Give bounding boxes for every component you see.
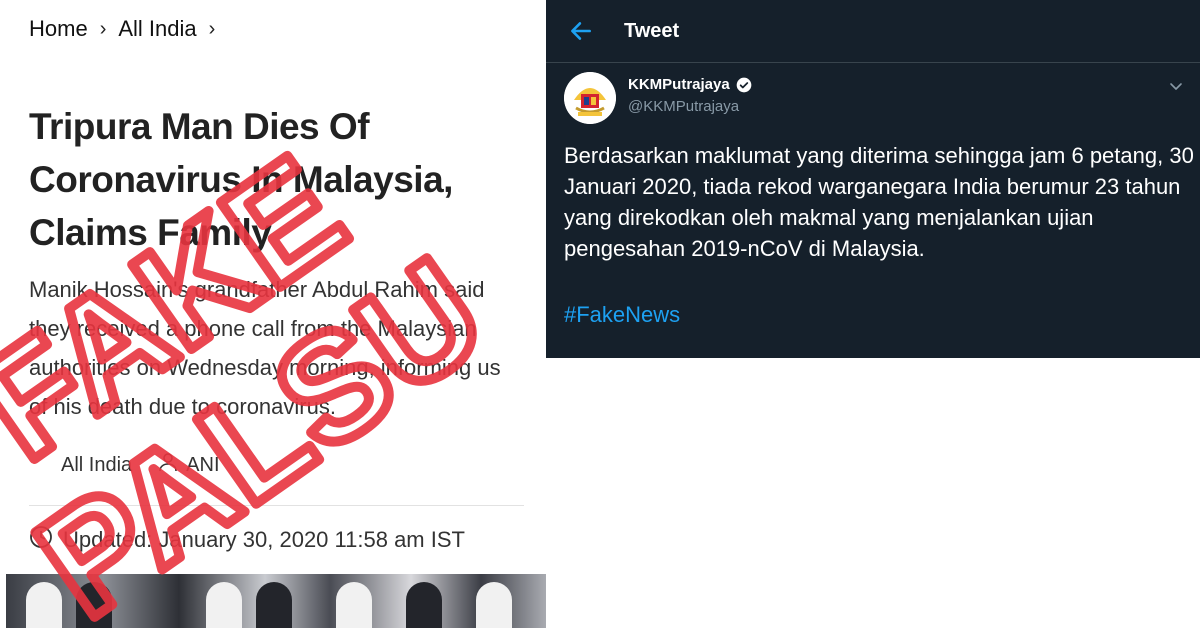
user-display-name[interactable]: KKMPutrajaya	[628, 76, 730, 93]
chevron-right-icon: ›	[99, 17, 107, 40]
divider	[29, 505, 524, 506]
article-meta: All India ANI	[29, 452, 220, 478]
breadcrumb-section[interactable]: All India	[118, 16, 196, 42]
hashtag-link[interactable]: #FakeNews	[564, 302, 680, 328]
tweet-panel: Tweet KKMPutrajaya @KKMPutrajaya Berdasa…	[546, 0, 1200, 358]
breadcrumb: Home › All India ›	[29, 16, 227, 42]
article-excerpt: Manik Hossain's grandfather Abdul Rahim …	[29, 277, 501, 419]
verified-badge-icon	[736, 77, 752, 92]
article-author[interactable]: ANI	[186, 454, 219, 477]
article-headline: Tripura Man Dies Of Coronavirus In Malay…	[29, 106, 453, 253]
article-photo	[6, 574, 546, 628]
tweet-header: Tweet	[546, 0, 1200, 63]
user-handle[interactable]: @KKMPutrajaya	[628, 98, 739, 115]
chevron-down-icon[interactable]	[1168, 78, 1184, 94]
news-article: Home › All India › Tripura Man Dies Of C…	[6, 0, 546, 628]
article-updated: Updated: January 30, 2020 11:58 am IST	[29, 525, 465, 555]
user-icon	[158, 452, 178, 478]
breadcrumb-home[interactable]: Home	[29, 16, 88, 42]
chevron-right-icon: ›	[208, 17, 216, 40]
tweet-body: Berdasarkan maklumat yang diterima sehin…	[564, 143, 1194, 261]
clock-icon	[29, 525, 53, 555]
updated-timestamp: Updated: January 30, 2020 11:58 am IST	[63, 527, 465, 552]
avatar[interactable]	[564, 72, 616, 124]
back-arrow-icon[interactable]	[568, 18, 594, 44]
tweet-header-title: Tweet	[624, 20, 680, 42]
article-category[interactable]: All India	[61, 454, 132, 477]
user-name[interactable]: KKMPutrajaya	[628, 76, 752, 93]
